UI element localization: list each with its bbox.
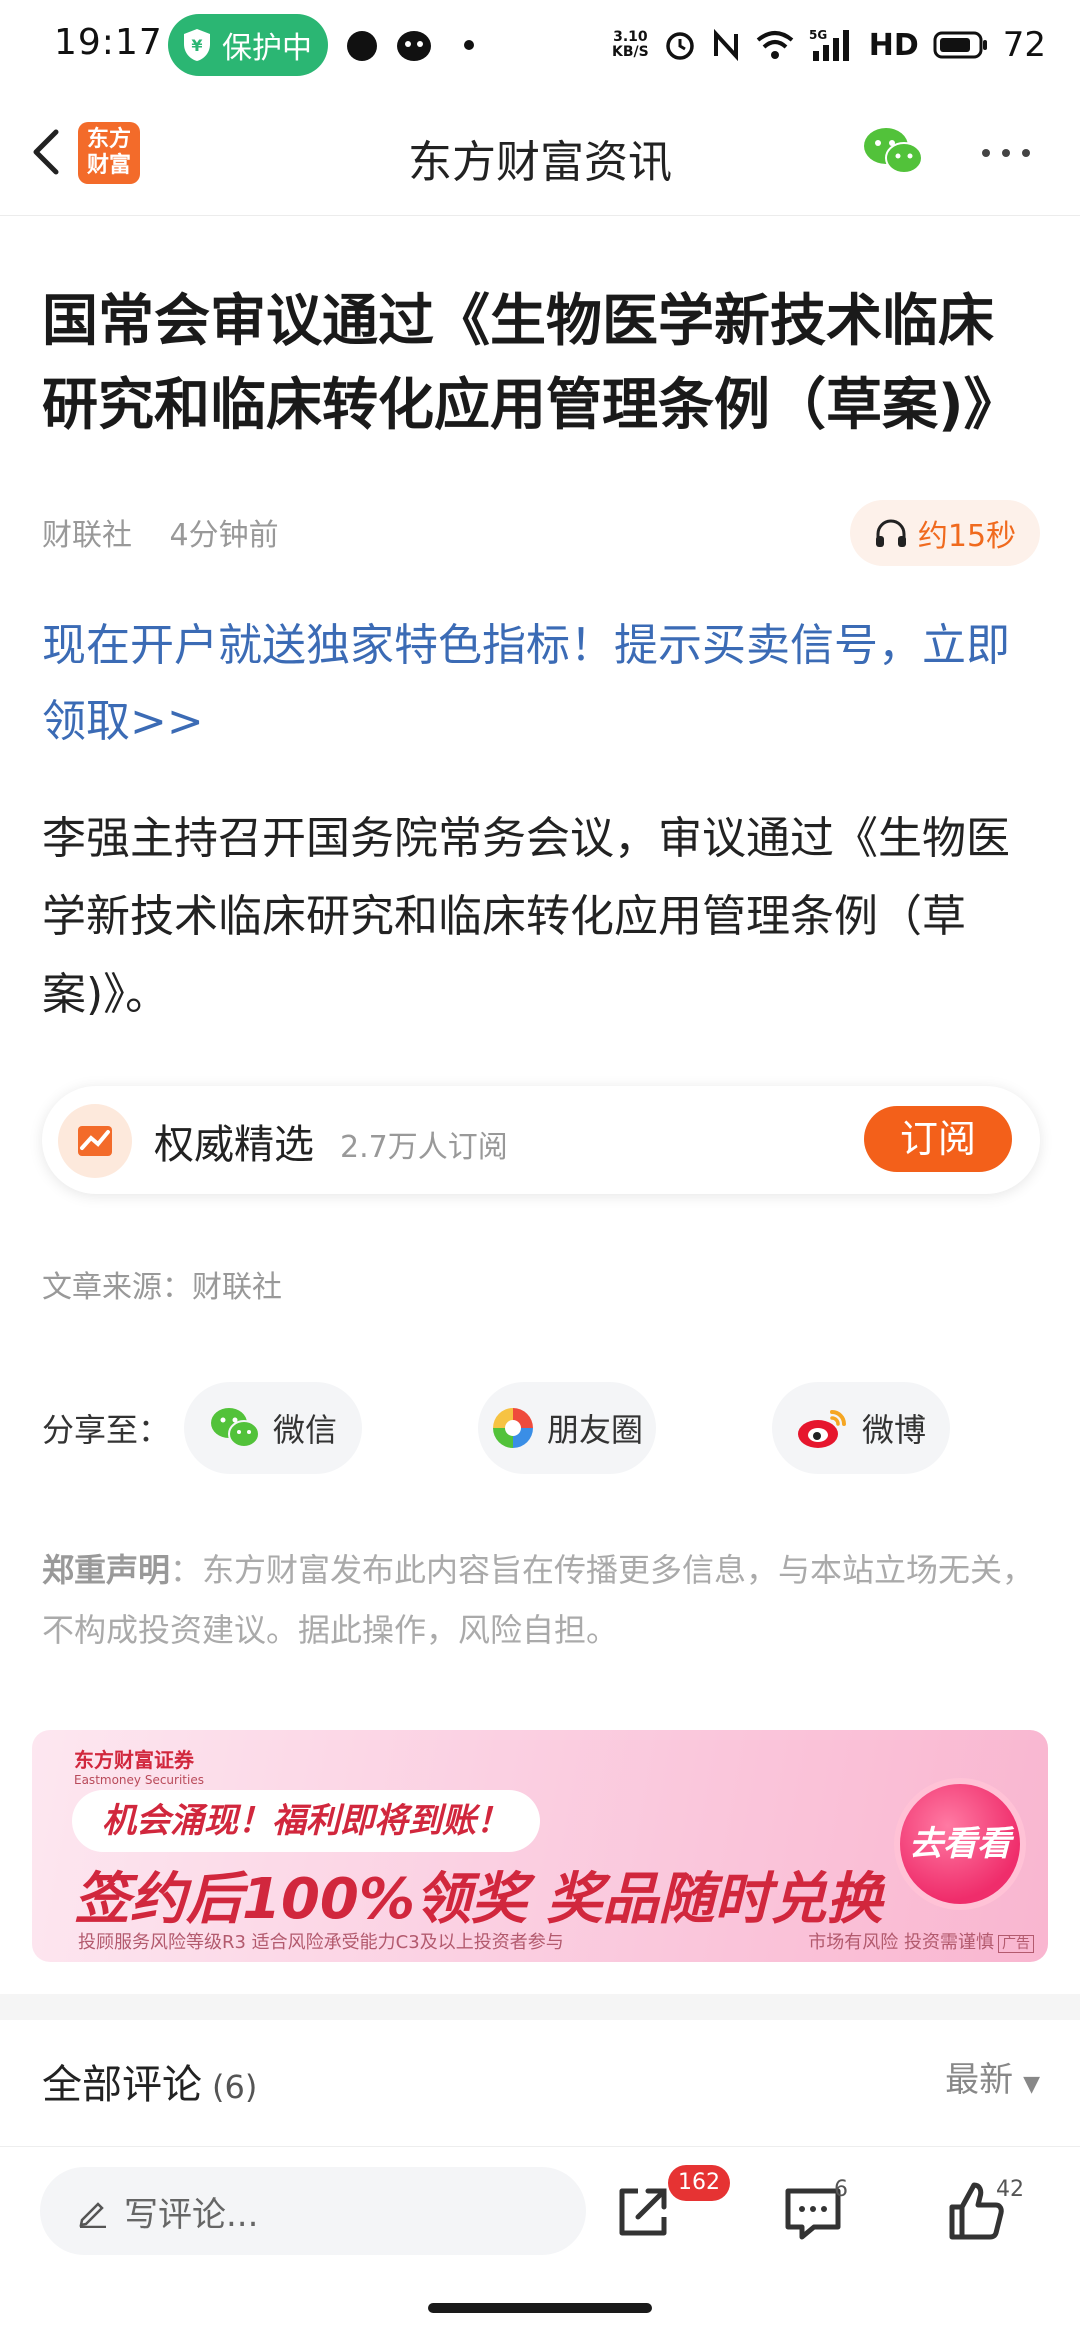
article-title: 国常会审议通过《生物医学新技术临床研究和临床转化应用管理条例（草案)》	[42, 289, 1020, 438]
audio-duration: 约15秒	[917, 519, 1017, 554]
channel-name: 权威精选	[154, 1122, 314, 1168]
ad-risk-notice: 市场有风险 投资需谨慎 广告	[808, 1928, 1034, 1954]
share-moments-label: 朋友圈	[546, 1411, 643, 1449]
disclaimer-text: ：东方财富发布此内容旨在传播更多信息，与本站立场无关，不构成投资建议。据此操作，…	[42, 1551, 1035, 1649]
subscribe-button[interactable]: 订阅	[864, 1106, 1012, 1172]
share-wechat-label: 微信	[272, 1411, 337, 1449]
wifi-icon	[756, 31, 793, 59]
svg-text:5G: 5G	[809, 28, 827, 42]
comment-placeholder: 写评论...	[124, 2194, 259, 2235]
battery-level: 72	[1002, 25, 1046, 65]
ad-tag: 广告	[998, 1935, 1034, 1953]
system-status-icons: 3.10 KB/S 5G HD 72	[612, 20, 1046, 70]
alarm-icon	[665, 32, 694, 60]
article-time: 4分钟前	[169, 518, 279, 553]
more-options-icon[interactable]	[976, 138, 1036, 168]
share-weibo-label: 微博	[861, 1411, 926, 1449]
ad-cta-button[interactable]: 去看看	[894, 1778, 1026, 1910]
nav-bar: 东方财富 东方财富资讯	[0, 96, 1080, 216]
ad-banner[interactable]: 东方财富证券 Eastmoney Securities 机会涌现！福利即将到账！…	[32, 1730, 1048, 1962]
signal-5g-icon: 5G	[809, 28, 849, 61]
subscriber-count: 2.7万人订阅	[340, 1130, 508, 1165]
article-source-line: 文章来源：财联社	[42, 1270, 282, 1305]
battery-icon	[933, 31, 987, 59]
bottom-action-bar: 写评论... 162 6 42	[0, 2146, 1080, 2340]
comment-sort-dropdown[interactable]: 最新 ▼	[945, 2052, 1040, 2101]
share-label: 分享至：	[42, 1411, 171, 1449]
pencil-icon	[79, 2202, 106, 2228]
dot-icon	[464, 40, 474, 50]
channel-subscribe-card[interactable]: 权威精选 2.7万人订阅 订阅	[42, 1086, 1040, 1194]
shield-icon: ¥	[184, 29, 210, 61]
section-divider	[0, 1994, 1080, 2020]
article-body: 李强主持召开国务院常务会议，审议通过《生物医学新技术临床研究和临床转化应用管理条…	[42, 813, 1010, 1020]
home-indicator[interactable]	[428, 2303, 652, 2313]
ad-headline: 机会涌现！福利即将到账！	[72, 1790, 540, 1852]
ad-brand-logo: 东方财富证券 Eastmoney Securities	[74, 1748, 204, 1787]
share-moments-button[interactable]: 朋友圈	[478, 1382, 656, 1474]
like-count: 42	[996, 2177, 1024, 2202]
disclaimer: 郑重声明：东方财富发布此内容旨在传播更多信息，与本站立场无关，不构成投资建议。据…	[42, 1540, 1042, 1660]
wechat-share-icon[interactable]	[862, 126, 924, 178]
network-speed: 3.10 KB/S	[612, 29, 649, 60]
status-time: 19:17	[54, 22, 163, 63]
article-source[interactable]: 财联社	[42, 518, 132, 553]
article-meta: 财联社 4分钟前	[42, 510, 279, 554]
weibo-icon	[797, 1410, 846, 1448]
trend-chart-icon	[78, 1126, 112, 1156]
share-count-badge: 162	[668, 2165, 730, 2201]
disclaimer-heading: 郑重声明	[42, 1551, 171, 1589]
comments-count: (6)	[212, 2068, 258, 2106]
share-forward-icon[interactable]	[608, 2177, 678, 2247]
qq-icon	[397, 31, 431, 61]
account-open-promo-link[interactable]: 现在开户就送独家特色指标！提示买卖信号，立即领取>>	[42, 608, 1042, 760]
share-weibo-button[interactable]: 微博	[772, 1382, 950, 1474]
protect-status-pill[interactable]: ¥ 保护中	[168, 14, 328, 76]
chat-bubble-icon	[347, 31, 377, 61]
channel-avatar	[58, 1104, 132, 1178]
caret-down-icon: ▼	[1023, 2072, 1040, 2097]
moments-icon	[492, 1408, 533, 1448]
ad-main-slogan: 签约后100%领奖 奖品随时兑换	[74, 1867, 883, 1932]
svg-text:¥: ¥	[191, 36, 202, 55]
headphones-icon	[875, 519, 906, 547]
share-wechat-button[interactable]: 微信	[184, 1382, 362, 1474]
nfc-icon	[713, 28, 738, 62]
wechat-icon	[210, 1408, 260, 1448]
listen-audio-button[interactable]: 约15秒	[850, 500, 1040, 566]
write-comment-input[interactable]: 写评论...	[40, 2167, 586, 2255]
status-bar: 19:17 ¥ 保护中 3.10 KB/S 5G HD 72	[0, 0, 1080, 96]
comment-count: 6	[834, 2177, 848, 2202]
protect-label: 保护中	[222, 31, 312, 66]
comments-header: 全部评论 (6)	[42, 2062, 258, 2108]
hd-indicator: HD	[868, 27, 919, 63]
ad-fine-print: 投顾服务风险等级R3 适合风险承受能力C3及以上投资者参与	[78, 1932, 564, 1953]
